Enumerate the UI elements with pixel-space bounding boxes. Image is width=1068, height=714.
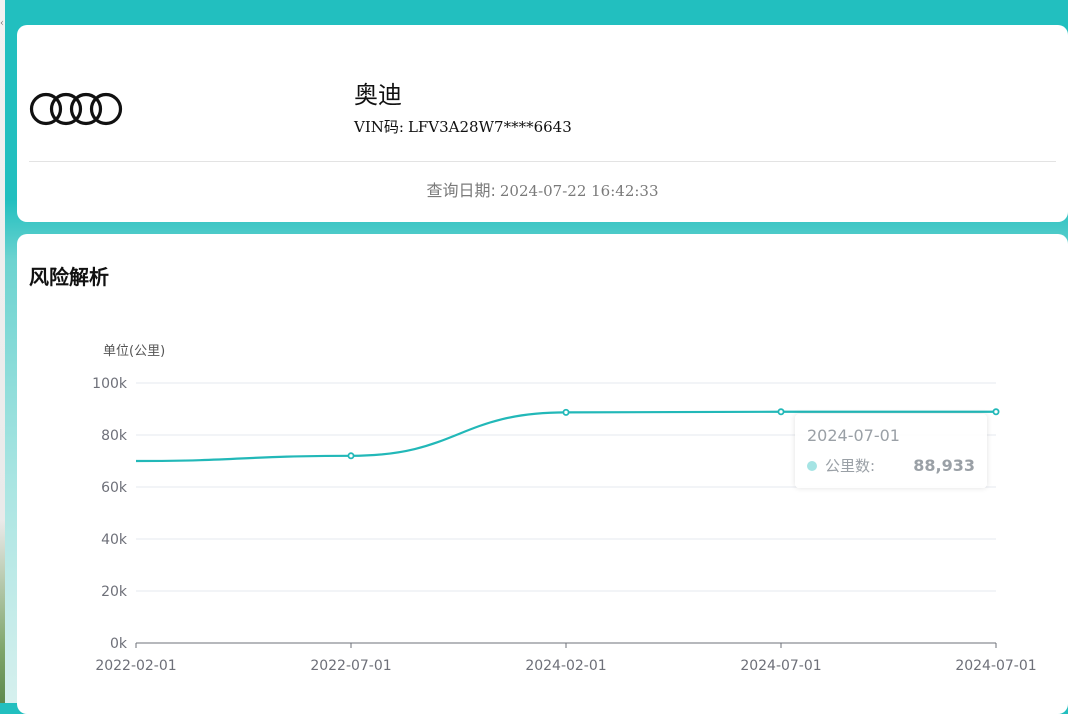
data-tooltip: 2024-07-01 公里数: 88,933 xyxy=(795,414,987,488)
vin-value: LFV3A28W7****6643 xyxy=(407,118,572,136)
vin-label: VIN码: xyxy=(354,118,404,136)
y-tick-label: 100k xyxy=(92,376,128,392)
y-tick-label: 80k xyxy=(101,428,128,444)
background-window-glyph: ‹ xyxy=(0,18,4,29)
tooltip-series-name: 公里数: xyxy=(825,457,876,475)
data-point[interactable] xyxy=(562,408,570,416)
data-point[interactable] xyxy=(777,408,785,416)
x-tick-label: 2022-07-01 xyxy=(310,658,391,674)
audi-rings-icon xyxy=(29,91,125,127)
tooltip-date: 2024-07-01 xyxy=(807,426,900,445)
query-date-value: 2024-07-22 16:42:33 xyxy=(499,182,659,200)
tooltip-row: 公里数: 88,933 xyxy=(807,455,975,476)
y-tick-label: 40k xyxy=(101,532,128,548)
x-tick-label: 2024-07-01 xyxy=(740,658,821,674)
vehicle-info-card: 奥迪 VIN码: LFV3A28W7****6643 查询日期: 2024-07-2… xyxy=(17,25,1068,222)
y-tick-label: 20k xyxy=(101,584,128,600)
query-date: 查询日期: 2024-07-22 16:42:33 xyxy=(17,177,1068,201)
card-divider xyxy=(29,161,1056,162)
y-tick-label: 0k xyxy=(110,636,128,652)
x-tick-label: 2022-02-01 xyxy=(95,658,176,674)
series-dot-icon xyxy=(807,460,817,471)
brand-name: 奥迪 xyxy=(354,81,402,109)
data-point[interactable] xyxy=(347,452,355,460)
y-axis-unit-label: 单位(公里) xyxy=(103,344,165,359)
x-tick-label: 2024-07-01 xyxy=(955,658,1036,674)
vin-line: VIN码: LFV3A28W7****6643 xyxy=(354,116,572,137)
y-tick-label: 60k xyxy=(101,480,128,496)
query-date-label: 查询日期: xyxy=(426,181,496,200)
x-tick-label: 2024-02-01 xyxy=(525,658,606,674)
data-point[interactable] xyxy=(992,408,1000,416)
tooltip-value: 88,933 xyxy=(913,456,975,475)
